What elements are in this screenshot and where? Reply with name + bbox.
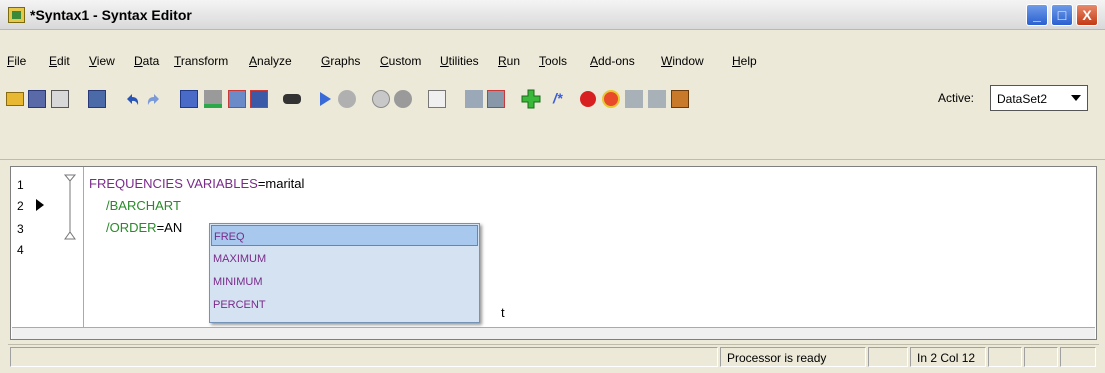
current-line-arrow-icon [36, 199, 44, 211]
horizontal-scrollbar[interactable] [12, 327, 1095, 339]
menu-transform[interactable]: Transform [174, 54, 228, 68]
find-icon[interactable] [283, 94, 301, 104]
menu-edit[interactable]: Edit [49, 54, 70, 68]
run-selection-icon[interactable] [316, 90, 334, 108]
open-icon[interactable] [6, 92, 24, 106]
active-dataset-select[interactable]: DataSet2 [990, 85, 1088, 111]
goto-variable-icon[interactable] [204, 90, 222, 108]
autocomplete-popup[interactable]: FREQ MAXIMUM MINIMUM PERCENT [209, 223, 480, 323]
menu-tools[interactable]: Tools [539, 54, 567, 68]
wrap-icon[interactable] [428, 90, 446, 108]
menu-help[interactable]: Help [732, 54, 757, 68]
menu-bar: File Edit View Data Transform Analyze Gr… [0, 48, 1105, 72]
close-icon: X [1082, 7, 1092, 23]
menu-analyze[interactable]: Analyze [249, 54, 292, 68]
bookmark-icon[interactable] [625, 90, 643, 108]
cursor-position: In 2 Col 12 [910, 347, 986, 367]
menu-file[interactable]: File [7, 54, 26, 68]
run-to-end-icon[interactable] [372, 90, 390, 108]
status-bar: Processor is ready In 2 Col 12 [8, 344, 1099, 368]
autocomplete-option-freq[interactable]: FREQ [211, 225, 478, 246]
syntax-editor-pane[interactable]: 1 2 3 4 FREQUENCIES VARIABLES=marital /B… [10, 166, 1097, 340]
active-dataset-label: Active: [938, 91, 975, 105]
line-number: 4 [17, 243, 24, 257]
title-bar[interactable]: *Syntax1 - Syntax Editor _ □ X [0, 0, 1105, 30]
autocomplete-option-maximum[interactable]: MAXIMUM [211, 248, 478, 269]
toggle-comment-icon[interactable] [465, 90, 483, 108]
bookmark-next-icon[interactable] [671, 90, 689, 108]
autocomplete-option-percent[interactable]: PERCENT [211, 294, 478, 315]
code-line-2[interactable]: /BARCHART [106, 198, 181, 213]
status-cell-main [10, 347, 718, 367]
collapse-icon[interactable] [487, 90, 505, 108]
gutter-divider [83, 167, 84, 327]
line-number: 2 [17, 199, 24, 213]
minimize-button[interactable]: _ [1026, 4, 1048, 26]
subcommand-args: =AN [156, 220, 183, 235]
partial-text: t [501, 305, 505, 320]
menu-window[interactable]: Window [661, 54, 704, 68]
code-line-3[interactable]: /ORDER=AN [106, 220, 182, 235]
close-button[interactable]: X [1076, 4, 1098, 26]
status-cell-empty [988, 347, 1022, 367]
menu-data[interactable]: Data [134, 54, 159, 68]
run-all-icon[interactable] [394, 90, 412, 108]
autocomplete-option-minimum[interactable]: MINIMUM [211, 271, 478, 292]
toolbar: /* Active: DataSet2 [0, 80, 1105, 118]
empty-toolbar-row [0, 124, 1105, 160]
line-number: 1 [17, 178, 24, 192]
processor-status: Processor is ready [720, 347, 866, 367]
menu-custom[interactable]: Custom [380, 54, 421, 68]
status-cell-empty [1024, 347, 1058, 367]
menu-utilities[interactable]: Utilities [440, 54, 479, 68]
variables-icon[interactable] [228, 90, 246, 108]
save-icon[interactable] [28, 90, 46, 108]
fold-marker-icon[interactable] [63, 173, 77, 243]
window-title: *Syntax1 - Syntax Editor [30, 7, 192, 23]
active-dataset-value: DataSet2 [997, 92, 1048, 106]
menu-addons[interactable]: Add-ons [590, 54, 635, 68]
minimize-icon: _ [1033, 7, 1041, 23]
code-line-1[interactable]: FREQUENCIES VARIABLES=marital [89, 176, 304, 191]
add-icon[interactable] [521, 89, 541, 109]
breakpoint-icon[interactable] [580, 91, 596, 107]
menu-view[interactable]: View [89, 54, 115, 68]
print-icon[interactable] [51, 90, 69, 108]
undo-icon[interactable] [123, 90, 141, 108]
redo-icon[interactable] [145, 90, 163, 108]
line-number: 3 [17, 222, 24, 236]
menu-graphs[interactable]: Graphs [321, 54, 360, 68]
line-gutter[interactable]: 1 2 3 4 [11, 167, 83, 327]
command-args: =marital [257, 176, 305, 191]
goto-case-icon[interactable] [180, 90, 198, 108]
dialog-recall-icon[interactable] [88, 90, 106, 108]
command-keyword: FREQUENCIES VARIABLES [89, 176, 258, 191]
chevron-down-icon [1071, 95, 1081, 101]
syntax-editor-window: *Syntax1 - Syntax Editor _ □ X File Edit… [0, 0, 1105, 373]
subcommand-keyword: /ORDER [106, 220, 157, 235]
comment-icon[interactable]: /* [553, 90, 575, 108]
spell-check-icon[interactable] [602, 90, 620, 108]
run-descriptives-icon[interactable] [250, 90, 268, 108]
step-icon[interactable] [338, 90, 356, 108]
maximize-icon: □ [1057, 7, 1067, 23]
status-cell-empty [1060, 347, 1096, 367]
app-icon [8, 7, 25, 23]
bookmark-prev-icon[interactable] [648, 90, 666, 108]
menu-run[interactable]: Run [498, 54, 520, 68]
status-cell-empty [868, 347, 908, 367]
maximize-button[interactable]: □ [1051, 4, 1073, 26]
